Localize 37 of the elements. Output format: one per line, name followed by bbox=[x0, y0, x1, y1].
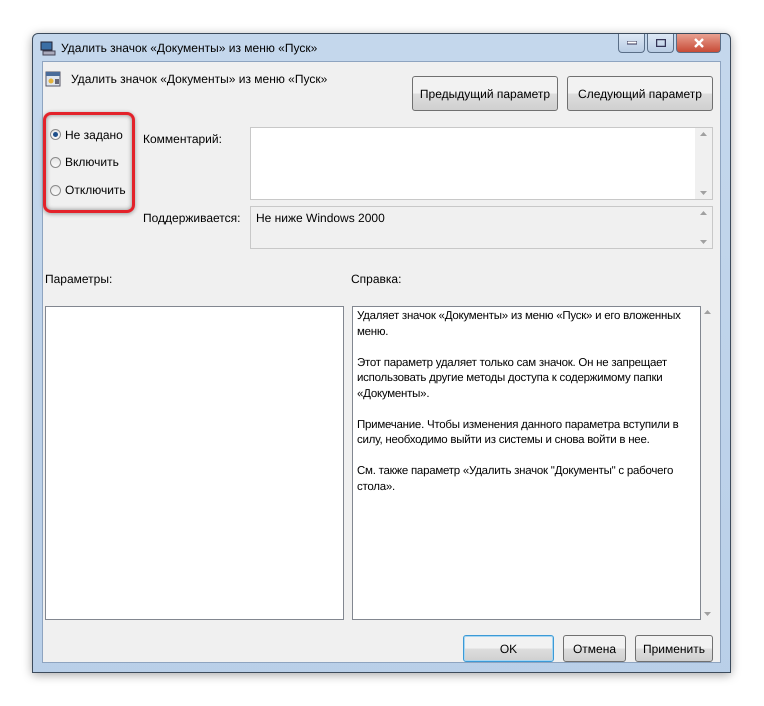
nav-button[interactable]: Следующий параметр bbox=[567, 76, 713, 111]
radio-button[interactable] bbox=[50, 184, 61, 196]
nav-button[interactable]: Предыдущий параметр bbox=[412, 76, 558, 111]
comment-label: Комментарий: bbox=[143, 131, 223, 148]
radio-button[interactable] bbox=[50, 129, 61, 140]
scroll-up-icon[interactable] bbox=[700, 132, 707, 136]
scroll-down-icon[interactable] bbox=[700, 240, 707, 244]
comment-field[interactable] bbox=[250, 127, 713, 200]
help-label: Справка: bbox=[351, 272, 402, 286]
close-icon bbox=[692, 38, 704, 48]
dialog-button[interactable]: Отмена bbox=[563, 635, 626, 662]
policy-icon bbox=[45, 71, 61, 87]
window-title: Удалить значок «Документы» из меню «Пуск» bbox=[61, 40, 318, 54]
dialog-button[interactable]: Применить bbox=[635, 635, 713, 662]
help-paragraph: См. также параметр «Удалить значок "Документы" с рабочего стола». bbox=[357, 464, 674, 494]
maximize-button[interactable] bbox=[647, 34, 674, 53]
radio-option[interactable]: Включить bbox=[50, 155, 132, 170]
dialog-button[interactable]: OK bbox=[463, 635, 554, 662]
radio-option[interactable]: Отключить bbox=[50, 183, 132, 198]
radio-option[interactable]: Не задано bbox=[50, 128, 132, 142]
supported-label: Поддерживается: bbox=[143, 210, 242, 227]
maximize-icon bbox=[656, 39, 666, 47]
scroll-up-icon[interactable] bbox=[700, 211, 707, 215]
minimize-icon bbox=[626, 41, 636, 45]
help-paragraph: Примечание. Чтобы изменения данного параметра вступили в силу, необходимо выйти из системы и снова войти в нее. bbox=[357, 418, 680, 448]
parameters-label: Параметры: bbox=[45, 272, 114, 286]
computer-icon bbox=[40, 40, 56, 56]
scroll-up-icon[interactable] bbox=[704, 310, 710, 314]
help-paragraph: Удаляет значок «Документы» из меню «Пуск» и его вложенных меню. bbox=[357, 309, 682, 340]
help-paragraph: Этот параметр удаляет только сам значок. Он не запрещает использовать другие методы доступа к содержимому папки «Документы». bbox=[357, 356, 668, 402]
minimize-button[interactable] bbox=[618, 34, 645, 53]
supported-value: Не ниже Windows 2000 bbox=[255, 210, 385, 227]
close-button[interactable] bbox=[676, 34, 721, 53]
scroll-down-icon[interactable] bbox=[700, 191, 707, 195]
policy-title: Удалить значок «Документы» из меню «Пуск» bbox=[71, 72, 328, 86]
radio-button[interactable] bbox=[50, 156, 61, 168]
scroll-down-icon[interactable] bbox=[704, 612, 710, 616]
